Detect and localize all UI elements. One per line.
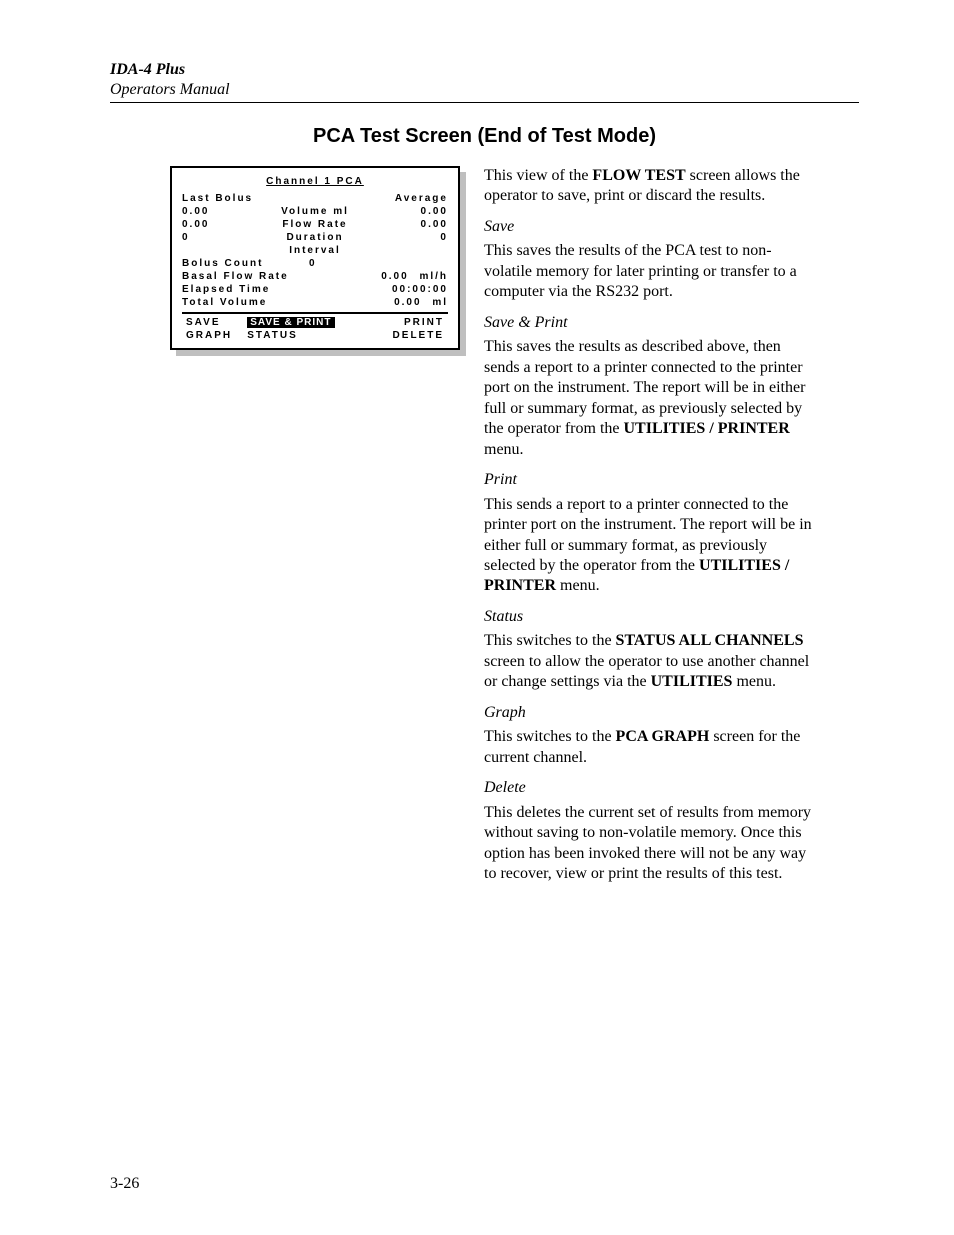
save-print-heading: Save & Print <box>484 313 814 333</box>
screen-row-bolus-count: Bolus Count 0 <box>182 258 448 269</box>
screen-row-duration: 0 Duration 0 <box>182 232 448 243</box>
menu-save-and-print[interactable]: SAVE & PRINT <box>243 316 343 329</box>
device-screen: Channel 1 PCA Last Bolus Average 0.00 Vo… <box>170 166 460 350</box>
volume-last: 0.00 <box>182 206 262 217</box>
page-number: 3-26 <box>110 1175 139 1193</box>
bolus-count-label: Bolus Count <box>182 258 263 269</box>
print-paragraph: This sends a report to a printer connect… <box>484 495 814 597</box>
device-screen-illustration: Channel 1 PCA Last Bolus Average 0.00 Vo… <box>170 166 460 350</box>
graph-paragraph: This switches to the PCA GRAPH screen fo… <box>484 727 814 768</box>
duration-avg: 0 <box>368 232 448 243</box>
volume-label: Volume ml <box>262 206 368 217</box>
screen-row-flow-rate: 0.00 Flow Rate 0.00 <box>182 219 448 230</box>
content-columns: Channel 1 PCA Last Bolus Average 0.00 Vo… <box>110 166 859 895</box>
flow-label: Flow Rate <box>262 219 368 230</box>
menu-status[interactable]: STATUS <box>243 329 343 342</box>
print-heading: Print <box>484 470 814 490</box>
screen-row-total-volume: Total Volume 0.00 ml <box>182 297 448 308</box>
screen-row-volume: 0.00 Volume ml 0.00 <box>182 206 448 217</box>
basal-unit: ml/h <box>419 271 448 282</box>
product-name: IDA-4 Plus <box>110 60 859 80</box>
elapsed-label: Elapsed Time <box>182 284 270 295</box>
menu-print[interactable]: PRINT <box>343 316 448 329</box>
basal-value: 0.00 ml/h <box>381 271 448 282</box>
heading-average: Average <box>368 193 448 204</box>
screen-row-elapsed-time: Elapsed Time 00:00:00 <box>182 284 448 295</box>
screen-row-basal-flow: Basal Flow Rate 0.00 ml/h <box>182 271 448 282</box>
manual-page: IDA-4 Plus Operators Manual PCA Test Scr… <box>0 0 954 1235</box>
save-heading: Save <box>484 217 814 237</box>
status-paragraph: This switches to the STATUS ALL CHANNELS… <box>484 631 814 692</box>
basal-label: Basal Flow Rate <box>182 271 289 282</box>
intro-paragraph: This view of the FLOW TEST screen allows… <box>484 166 814 207</box>
delete-paragraph: This deletes the current set of results … <box>484 803 814 885</box>
description-column: This view of the FLOW TEST screen allows… <box>484 166 814 895</box>
screen-title: Channel 1 PCA <box>182 176 448 187</box>
menu-graph[interactable]: GRAPH <box>182 329 243 342</box>
total-unit: ml <box>432 297 448 308</box>
delete-heading: Delete <box>484 778 814 798</box>
save-paragraph: This saves the results of the PCA test t… <box>484 241 814 302</box>
elapsed-value: 00:00:00 <box>392 284 448 295</box>
duration-label: Duration <box>262 232 368 243</box>
screen-menu-row-2: GRAPH STATUS DELETE <box>182 329 448 342</box>
screen-row-interval: Interval <box>182 245 448 256</box>
page-header: IDA-4 Plus Operators Manual <box>110 60 859 103</box>
menu-delete[interactable]: DELETE <box>343 329 448 342</box>
status-heading: Status <box>484 607 814 627</box>
manual-subtitle: Operators Manual <box>110 80 859 100</box>
flow-last: 0.00 <box>182 219 262 230</box>
total-value: 0.00 ml <box>394 297 448 308</box>
screen-menu-row-1: SAVE SAVE & PRINT PRINT <box>182 316 448 329</box>
graph-heading: Graph <box>484 703 814 723</box>
volume-avg: 0.00 <box>368 206 448 217</box>
total-label: Total Volume <box>182 297 267 308</box>
heading-last-bolus: Last Bolus <box>182 193 262 204</box>
bolus-count-value: 0 <box>263 258 362 269</box>
screen-column-headings: Last Bolus Average <box>182 193 448 204</box>
save-print-paragraph: This saves the results as described abov… <box>484 337 814 460</box>
duration-last: 0 <box>182 232 262 243</box>
menu-save[interactable]: SAVE <box>182 316 243 329</box>
flow-avg: 0.00 <box>368 219 448 230</box>
section-title: PCA Test Screen (End of Test Mode) <box>110 125 859 148</box>
heading-spacer <box>262 193 368 204</box>
screen-menu: SAVE SAVE & PRINT PRINT GRAPH STATUS DEL… <box>182 312 448 342</box>
